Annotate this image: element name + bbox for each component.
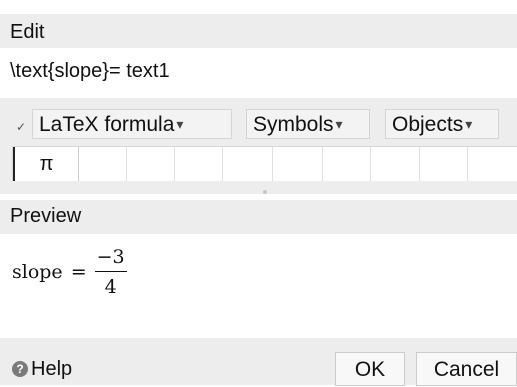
rendered-formula: slope = −3 4 xyxy=(12,246,127,298)
formula-equals: = xyxy=(70,261,87,283)
palette-cell[interactable] xyxy=(371,147,420,181)
latex-edit-field[interactable]: \text{slope}= text1 xyxy=(0,48,517,98)
latex-edit-text: \text{slope}= text1 xyxy=(10,60,170,82)
palette-cell[interactable] xyxy=(79,147,127,181)
dialog-footer: ? Help OK Cancel xyxy=(0,338,517,386)
resize-grip-icon[interactable] xyxy=(263,190,267,194)
objects-dropdown[interactable]: Objects ▾ xyxy=(385,109,499,139)
edit-section-header: Edit xyxy=(0,14,517,48)
chevron-down-icon: ▾ xyxy=(176,116,184,132)
ok-button[interactable]: OK xyxy=(335,352,405,386)
chevron-down-icon: ▾ xyxy=(465,116,473,132)
palette-cell[interactable] xyxy=(223,147,273,181)
help-button[interactable]: ? Help xyxy=(12,356,72,382)
latex-checkbox[interactable]: ✓ xyxy=(16,120,26,134)
formula-toolbar: ✓ LaTeX formula ▾ Symbols ▾ Objects ▾ π xyxy=(0,98,517,194)
palette-cell[interactable] xyxy=(420,147,468,181)
latex-formula-label: LaTeX formula xyxy=(39,113,175,136)
fraction-numerator: −3 xyxy=(94,246,127,272)
formula-lhs: slope xyxy=(12,261,63,283)
symbols-dropdown[interactable]: Symbols ▾ xyxy=(246,109,370,139)
objects-label: Objects xyxy=(392,113,464,136)
preview-panel: slope = −3 4 xyxy=(0,234,517,338)
help-icon: ? xyxy=(12,361,28,377)
formula-fraction: −3 4 xyxy=(94,246,127,298)
latex-formula-dropdown[interactable]: LaTeX formula ▾ xyxy=(32,109,232,139)
symbol-palette: π xyxy=(12,146,517,181)
palette-cell[interactable] xyxy=(175,147,223,181)
cancel-button[interactable]: Cancel xyxy=(416,352,517,386)
preview-section-header: Preview xyxy=(0,200,517,234)
palette-cell[interactable] xyxy=(323,147,371,181)
help-label: Help xyxy=(31,358,73,380)
palette-cell[interactable] xyxy=(127,147,175,181)
symbols-label: Symbols xyxy=(253,113,334,136)
palette-cell[interactable] xyxy=(273,147,323,181)
palette-cell-pi[interactable]: π xyxy=(13,147,79,181)
chevron-down-icon: ▾ xyxy=(335,116,343,132)
fraction-denominator: 4 xyxy=(104,276,117,298)
palette-cell[interactable] xyxy=(468,147,517,181)
top-strip xyxy=(0,0,517,14)
